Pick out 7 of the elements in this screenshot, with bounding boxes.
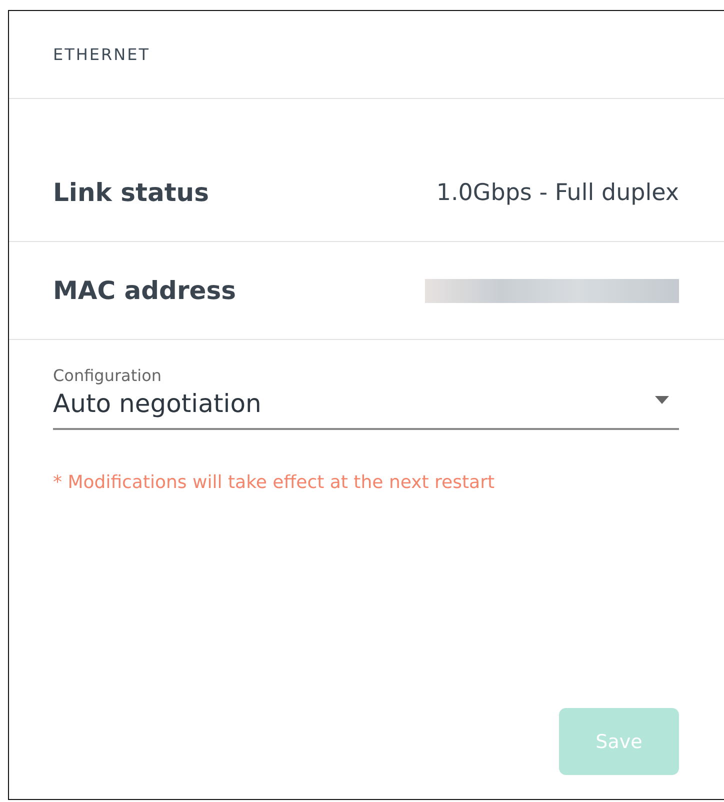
restart-note: * Modifications will take effect at the next restart: [53, 472, 496, 493]
configuration-dropdown[interactable]: Configuration Auto negotiation: [53, 366, 679, 430]
caret-icon: [655, 396, 669, 404]
panel-title: ETHERNET: [53, 45, 150, 64]
row-value: 1.0Gbps - Full duplex: [436, 180, 679, 206]
row-label: MAC address: [53, 276, 236, 305]
row-label: Link status: [53, 178, 209, 207]
